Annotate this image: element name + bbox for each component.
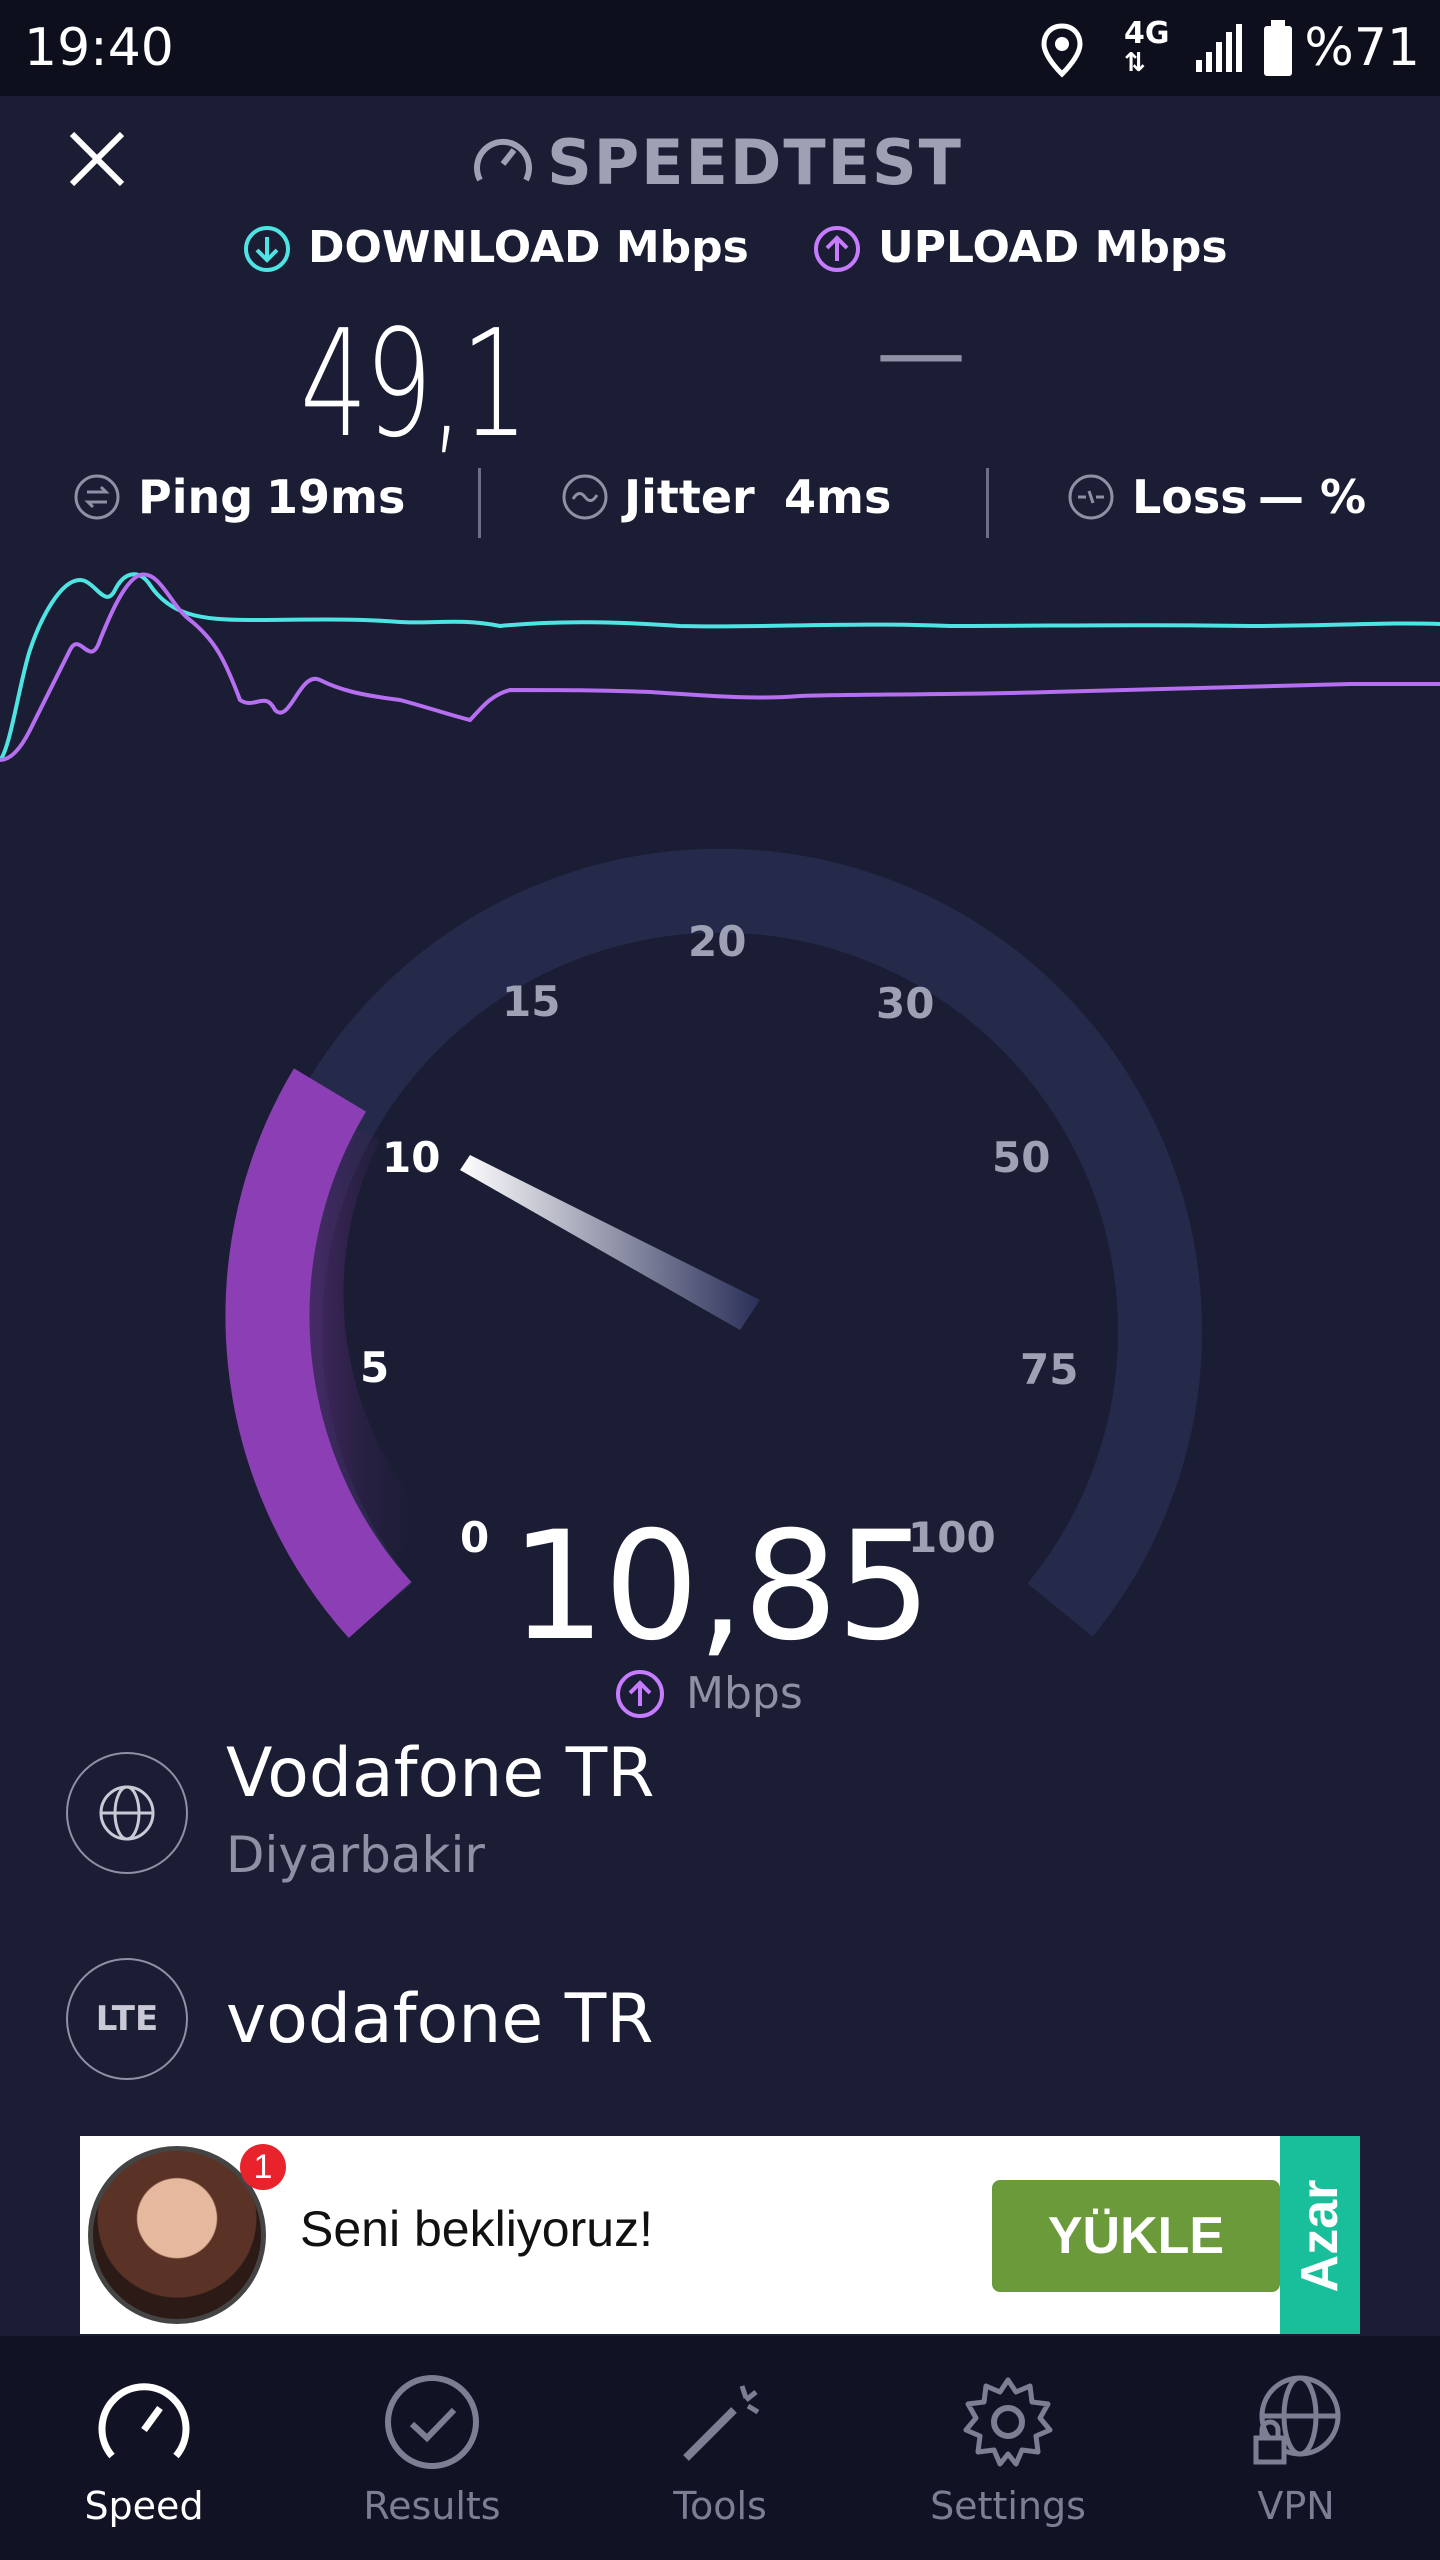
speed-gauge-icon bbox=[98, 2383, 190, 2459]
ping-label: Ping bbox=[138, 470, 254, 524]
carrier-name: vodafone TR bbox=[226, 1980, 654, 2059]
jitter-label: Jitter bbox=[624, 470, 755, 524]
upload-value: — bbox=[876, 300, 966, 405]
nav-tools-label: Tools bbox=[673, 2484, 767, 2528]
current-speed-value: 10,85 bbox=[510, 1500, 931, 1674]
download-arrow-icon bbox=[244, 226, 290, 272]
speed-unit: Mbps bbox=[686, 1668, 803, 1719]
app-title: SPEEDTEST bbox=[547, 126, 963, 199]
check-circle-icon bbox=[385, 2375, 479, 2469]
gauge-needle bbox=[460, 1155, 760, 1330]
download-label: DOWNLOAD Mbps bbox=[308, 222, 749, 273]
jitter-icon bbox=[562, 474, 608, 520]
gauge-tick: 30 bbox=[876, 979, 934, 1028]
network-type-icon: 4G ⇅ bbox=[1124, 16, 1170, 78]
nav-results-label: Results bbox=[363, 2484, 501, 2528]
ad-text: Seni bekliyoruz! bbox=[300, 2201, 653, 2257]
ad-brand-label: Azar bbox=[1291, 2179, 1349, 2293]
lte-icon: LTE bbox=[66, 1958, 188, 2080]
ping-icon bbox=[74, 474, 120, 520]
install-button[interactable]: YÜKLE bbox=[992, 2180, 1280, 2292]
upload-history-line bbox=[0, 572, 1440, 762]
gauge-tick: 75 bbox=[1020, 1345, 1078, 1394]
ad-banner[interactable]: 1 Seni bekliyoruz! YÜKLE Azar bbox=[80, 2136, 1360, 2334]
bottom-navigation: Speed Results Tools Settings VPN bbox=[0, 2336, 1440, 2560]
gauge-tick: 50 bbox=[992, 1133, 1050, 1182]
server-city: Diyarbakir bbox=[226, 1826, 485, 1884]
nav-settings-label: Settings bbox=[930, 2484, 1086, 2528]
gauge-tick: 15 bbox=[502, 977, 560, 1026]
nav-results[interactable]: Results bbox=[288, 2336, 576, 2560]
status-bar: 19:40 4G ⇅ %71 bbox=[0, 0, 1440, 96]
nav-speed[interactable]: Speed bbox=[0, 2336, 288, 2560]
upload-arrow-icon bbox=[814, 226, 860, 272]
metric-divider bbox=[986, 468, 989, 538]
nav-tools[interactable]: Tools bbox=[576, 2336, 864, 2560]
loss-label: Loss bbox=[1132, 470, 1248, 524]
gear-icon bbox=[963, 2377, 1053, 2467]
magic-wand-icon bbox=[683, 2385, 760, 2461]
network-type-label: 4G bbox=[1124, 16, 1170, 51]
signal-icon bbox=[1196, 24, 1242, 72]
nav-speed-label: Speed bbox=[84, 2484, 204, 2528]
status-time: 19:40 bbox=[24, 18, 174, 78]
gauge-tick: 20 bbox=[688, 917, 746, 966]
isp-name[interactable]: Vodafone TR bbox=[226, 1734, 655, 1813]
loss-icon bbox=[1068, 474, 1114, 520]
ping-value: 19ms bbox=[266, 470, 406, 524]
globe-icon bbox=[99, 1785, 155, 1841]
nav-vpn-label: VPN bbox=[1257, 2484, 1335, 2528]
upload-unit-icon bbox=[614, 1668, 666, 1724]
download-history-line bbox=[0, 572, 1440, 762]
loss-value: — % bbox=[1258, 470, 1367, 524]
battery-icon bbox=[1264, 20, 1292, 76]
jitter-value: 4ms bbox=[784, 470, 892, 524]
notification-badge: 1 bbox=[240, 2144, 286, 2190]
metric-divider bbox=[478, 468, 481, 538]
download-value: 49,1 bbox=[300, 298, 529, 470]
ad-brand-logo: Azar bbox=[1280, 2136, 1360, 2334]
upload-label: UPLOAD Mbps bbox=[878, 222, 1228, 273]
location-icon bbox=[1041, 23, 1083, 78]
nav-vpn[interactable]: VPN bbox=[1152, 2336, 1440, 2560]
server-button[interactable] bbox=[66, 1752, 188, 1874]
globe-lock-icon bbox=[1253, 2375, 1341, 2465]
gauge-tick: 5 bbox=[360, 1343, 389, 1392]
ad-avatar bbox=[88, 2146, 266, 2324]
nav-settings[interactable]: Settings bbox=[864, 2336, 1152, 2560]
speed-history-graph bbox=[0, 572, 1440, 762]
gauge-tick: 10 bbox=[382, 1133, 440, 1182]
battery-percent: %71 bbox=[1304, 18, 1420, 78]
